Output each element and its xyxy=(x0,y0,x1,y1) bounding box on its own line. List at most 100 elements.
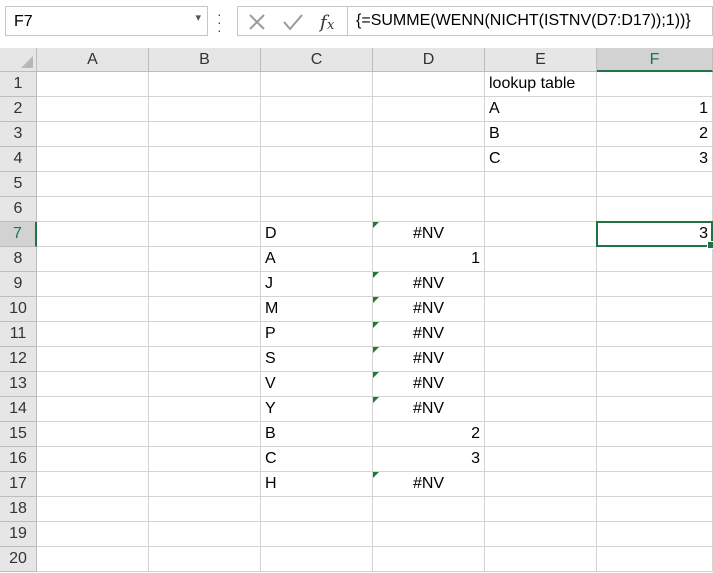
cell-b10[interactable] xyxy=(149,297,261,322)
cell-b14[interactable] xyxy=(149,397,261,422)
cell-f12[interactable] xyxy=(597,347,713,372)
cell-c1[interactable] xyxy=(261,72,373,97)
cell-a16[interactable] xyxy=(37,447,149,472)
cancel-x-icon[interactable] xyxy=(249,14,265,30)
cell-d5[interactable] xyxy=(373,172,485,197)
row-header-4[interactable]: 4 xyxy=(0,147,37,172)
row-header-19[interactable]: 19 xyxy=(0,522,37,547)
error-indicator-icon[interactable] xyxy=(373,347,379,353)
row-header-3[interactable]: 3 xyxy=(0,122,37,147)
cell-f14[interactable] xyxy=(597,397,713,422)
cell-a4[interactable] xyxy=(37,147,149,172)
row-header-8[interactable]: 8 xyxy=(0,247,37,272)
cell-a13[interactable] xyxy=(37,372,149,397)
cell-f15[interactable] xyxy=(597,422,713,447)
row-header-14[interactable]: 14 xyxy=(0,397,37,422)
row-header-5[interactable]: 5 xyxy=(0,172,37,197)
cell-d13[interactable]: #NV xyxy=(373,372,485,397)
fx-icon[interactable]: f x xyxy=(318,12,335,33)
name-box[interactable]: F7 ▾ xyxy=(5,6,208,36)
cell-c13[interactable]: V xyxy=(261,372,373,397)
cell-c2[interactable] xyxy=(261,97,373,122)
cell-c12[interactable]: S xyxy=(261,347,373,372)
row-header-15[interactable]: 15 xyxy=(0,422,37,447)
cell-b12[interactable] xyxy=(149,347,261,372)
column-header-b[interactable]: B xyxy=(149,48,261,72)
cell-e6[interactable] xyxy=(485,197,597,222)
cell-f11[interactable] xyxy=(597,322,713,347)
cell-e13[interactable] xyxy=(485,372,597,397)
cell-e9[interactable] xyxy=(485,272,597,297)
row-header-17[interactable]: 17 xyxy=(0,472,37,497)
cell-d20[interactable] xyxy=(373,547,485,572)
cell-c7[interactable]: D xyxy=(261,222,373,247)
cell-d19[interactable] xyxy=(373,522,485,547)
cell-e17[interactable] xyxy=(485,472,597,497)
cell-b8[interactable] xyxy=(149,247,261,272)
cell-e15[interactable] xyxy=(485,422,597,447)
error-indicator-icon[interactable] xyxy=(373,272,379,278)
cell-b17[interactable] xyxy=(149,472,261,497)
cell-e18[interactable] xyxy=(485,497,597,522)
cell-e1[interactable]: lookup table xyxy=(485,72,597,97)
more-options-icon[interactable]: · · · xyxy=(217,7,222,37)
row-header-1[interactable]: 1 xyxy=(0,72,37,97)
cell-f4[interactable]: 3 xyxy=(597,147,713,172)
cell-c4[interactable] xyxy=(261,147,373,172)
cell-d9[interactable]: #NV xyxy=(373,272,485,297)
cell-f5[interactable] xyxy=(597,172,713,197)
column-header-f[interactable]: F xyxy=(597,48,713,72)
cell-f17[interactable] xyxy=(597,472,713,497)
row-header-12[interactable]: 12 xyxy=(0,347,37,372)
cell-b6[interactable] xyxy=(149,197,261,222)
cell-d18[interactable] xyxy=(373,497,485,522)
cell-e5[interactable] xyxy=(485,172,597,197)
cell-b15[interactable] xyxy=(149,422,261,447)
cell-a11[interactable] xyxy=(37,322,149,347)
cell-c15[interactable]: B xyxy=(261,422,373,447)
cell-b16[interactable] xyxy=(149,447,261,472)
cell-a19[interactable] xyxy=(37,522,149,547)
cell-c18[interactable] xyxy=(261,497,373,522)
cell-f8[interactable] xyxy=(597,247,713,272)
cell-b13[interactable] xyxy=(149,372,261,397)
cell-f18[interactable] xyxy=(597,497,713,522)
cell-b20[interactable] xyxy=(149,547,261,572)
error-indicator-icon[interactable] xyxy=(373,472,379,478)
cell-d2[interactable] xyxy=(373,97,485,122)
row-header-9[interactable]: 9 xyxy=(0,272,37,297)
cell-f6[interactable] xyxy=(597,197,713,222)
cell-c14[interactable]: Y xyxy=(261,397,373,422)
cell-f16[interactable] xyxy=(597,447,713,472)
cell-f20[interactable] xyxy=(597,547,713,572)
cell-c17[interactable]: H xyxy=(261,472,373,497)
cell-a17[interactable] xyxy=(37,472,149,497)
cell-f7[interactable]: 3 xyxy=(597,222,713,247)
cell-b19[interactable] xyxy=(149,522,261,547)
cell-c19[interactable] xyxy=(261,522,373,547)
cell-d10[interactable]: #NV xyxy=(373,297,485,322)
cell-b4[interactable] xyxy=(149,147,261,172)
cell-c11[interactable]: P xyxy=(261,322,373,347)
cell-d7[interactable]: #NV xyxy=(373,222,485,247)
row-header-11[interactable]: 11 xyxy=(0,322,37,347)
cell-c10[interactable]: M xyxy=(261,297,373,322)
cell-a3[interactable] xyxy=(37,122,149,147)
cell-b1[interactable] xyxy=(149,72,261,97)
cell-f1[interactable] xyxy=(597,72,713,97)
cell-b2[interactable] xyxy=(149,97,261,122)
row-header-16[interactable]: 16 xyxy=(0,447,37,472)
cell-f19[interactable] xyxy=(597,522,713,547)
column-header-e[interactable]: E xyxy=(485,48,597,72)
column-header-a[interactable]: A xyxy=(37,48,149,72)
cell-a1[interactable] xyxy=(37,72,149,97)
cell-c3[interactable] xyxy=(261,122,373,147)
row-header-18[interactable]: 18 xyxy=(0,497,37,522)
cell-a5[interactable] xyxy=(37,172,149,197)
cell-c6[interactable] xyxy=(261,197,373,222)
cell-a14[interactable] xyxy=(37,397,149,422)
error-indicator-icon[interactable] xyxy=(373,297,379,303)
cell-a7[interactable] xyxy=(37,222,149,247)
cell-b11[interactable] xyxy=(149,322,261,347)
cell-d16[interactable]: 3 xyxy=(373,447,485,472)
